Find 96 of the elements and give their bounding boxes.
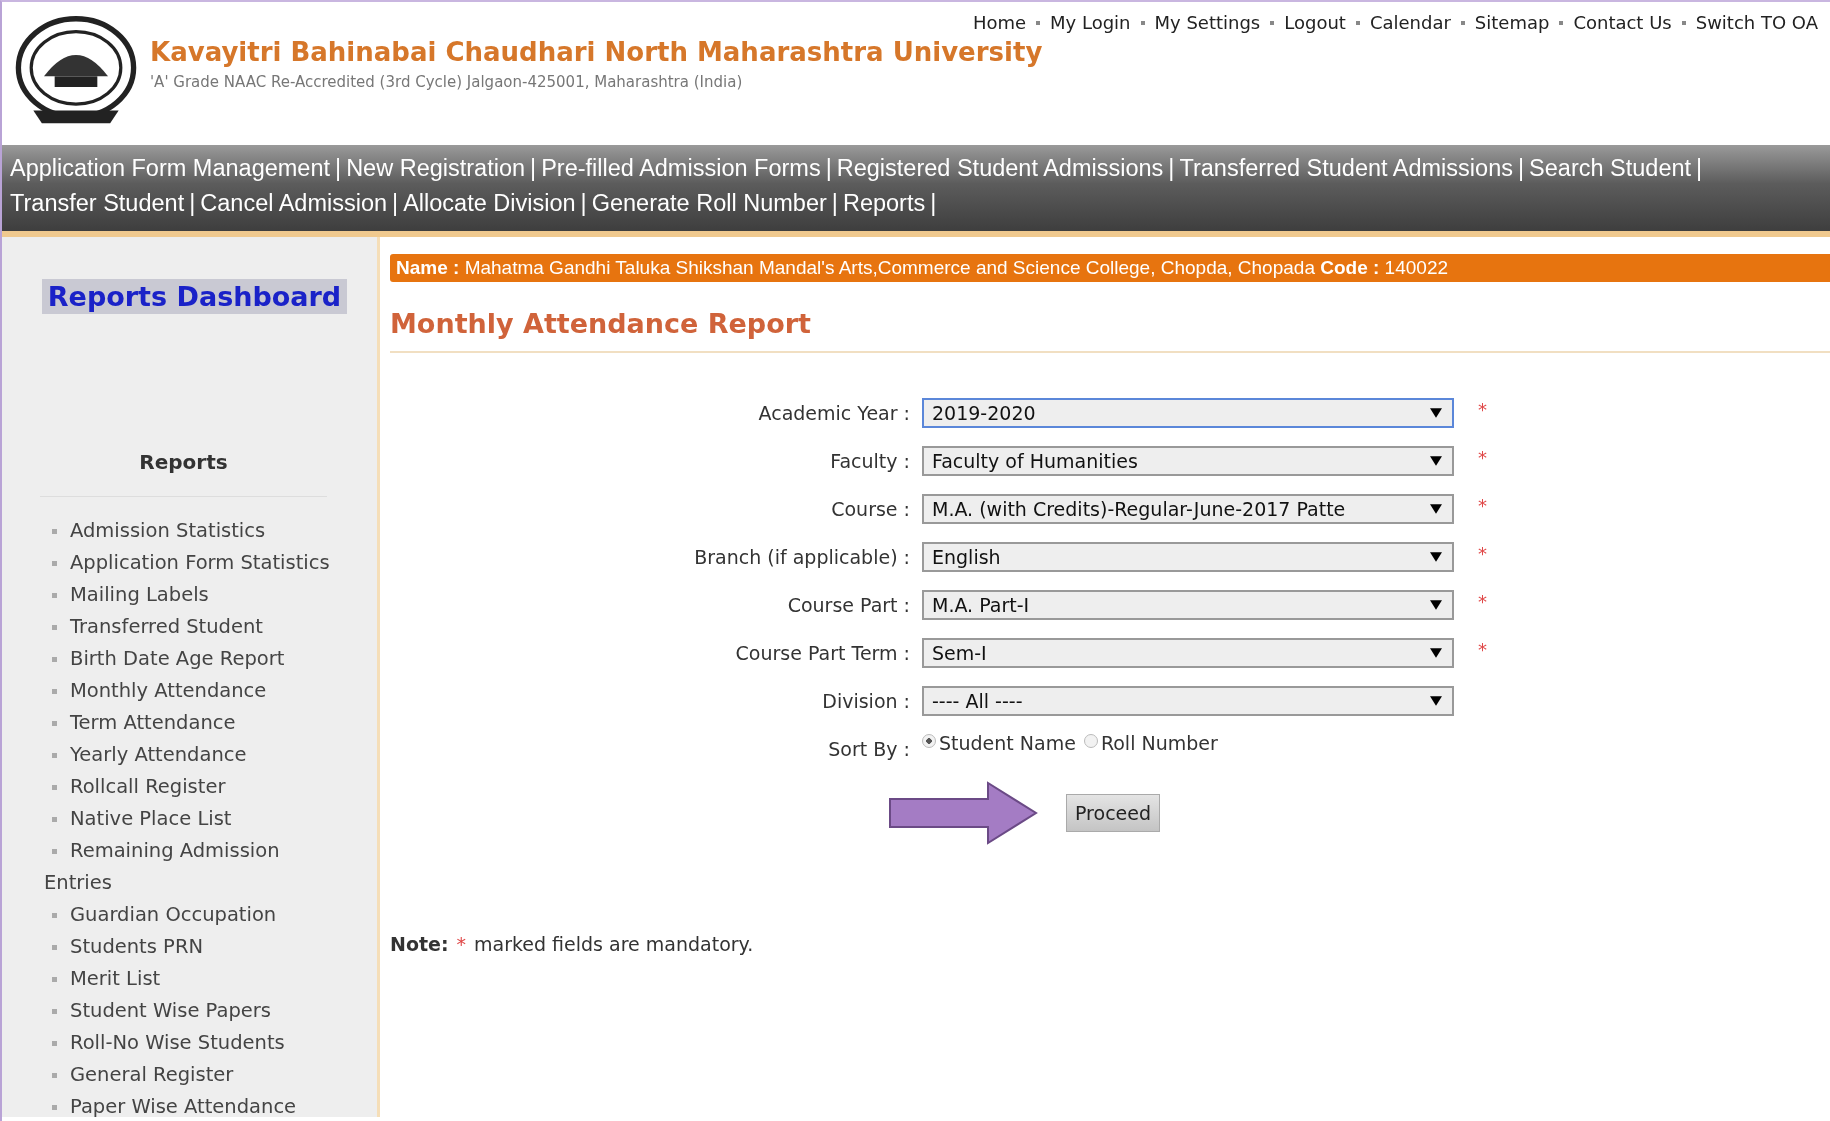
sidebar-link[interactable]: Mailing Labels <box>44 579 337 611</box>
required-mark: * <box>1478 446 1487 468</box>
select-field[interactable]: Sem-I <box>922 638 1454 668</box>
field-label: Course Part : <box>786 594 911 616</box>
university-title: Kavayitri Bahinabai Chaudhari North Maharashtra University <box>150 37 1044 67</box>
required-mark: * <box>1478 398 1487 420</box>
sidebar-link[interactable]: Transferred Student <box>44 611 337 643</box>
top-link[interactable]: My Login <box>1050 12 1131 33</box>
nav-separator: | <box>831 190 838 217</box>
field-label: Sort By : <box>827 738 911 760</box>
required-mark: * <box>1478 542 1487 564</box>
sidebar-link[interactable]: Merit List <box>44 963 337 995</box>
sidebar-link[interactable]: Remaining Admission Entries <box>44 835 337 899</box>
nav-separator: | <box>930 190 937 217</box>
nav-link[interactable]: Transferred Student Admissions <box>1179 155 1513 182</box>
sidebar-heading: Reports <box>40 450 327 497</box>
sidebar-link[interactable]: Rollcall Register <box>44 771 337 803</box>
sidebar-link[interactable]: Monthly Attendance <box>44 675 337 707</box>
nav-separator: | <box>825 155 832 182</box>
field-label: Branch (if applicable) : <box>693 546 911 568</box>
radio-option[interactable]: Student Name <box>922 732 1076 754</box>
nav-separator: | <box>1517 155 1525 182</box>
note-label: Note: <box>390 933 449 955</box>
bullet-icon <box>1140 20 1145 25</box>
required-mark: * <box>1478 638 1487 660</box>
caret-icon[interactable] <box>1430 552 1442 562</box>
arrow-icon <box>888 781 1038 845</box>
nav-separator: | <box>580 190 587 217</box>
top-link[interactable]: Switch TO OA <box>1695 12 1818 33</box>
sidebar-link[interactable]: Roll-No Wise Students <box>44 1027 337 1059</box>
caret-icon[interactable] <box>1430 456 1442 466</box>
nav-separator: | <box>1168 155 1175 182</box>
bullet-icon <box>1036 20 1041 25</box>
top-link[interactable]: Home <box>972 12 1027 33</box>
sidebar-link[interactable]: Native Place List <box>44 803 337 835</box>
bullet-icon <box>1460 20 1465 25</box>
caret-icon[interactable] <box>1430 648 1442 658</box>
caret-icon[interactable] <box>1430 696 1442 706</box>
nav-link[interactable]: Search Student <box>1529 155 1692 182</box>
dashboard-link[interactable]: Reports Dashboard <box>41 279 348 314</box>
nav-separator: | <box>530 155 537 182</box>
nav-separator: | <box>189 190 196 217</box>
caret-icon[interactable] <box>1430 408 1442 418</box>
bullet-icon <box>1270 20 1275 25</box>
field-label: Course : <box>830 498 911 520</box>
field-label: Academic Year : <box>757 402 911 424</box>
top-link[interactable]: Calendar <box>1369 12 1451 33</box>
nav-link[interactable]: Pre-filled Admission Forms <box>541 155 821 182</box>
field-label: Faculty : <box>829 450 911 472</box>
top-link[interactable]: Contact Us <box>1573 12 1672 33</box>
proceed-button[interactable]: Proceed <box>1066 794 1161 832</box>
top-link[interactable]: My Settings <box>1154 12 1261 33</box>
field-label: Course Part Term : <box>734 642 911 664</box>
nav-link[interactable]: Registered Student Admissions <box>836 155 1164 182</box>
sidebar-link[interactable]: Term Attendance <box>44 707 337 739</box>
sidebar-link[interactable]: Admission Statistics <box>44 515 337 547</box>
sidebar-link[interactable]: Yearly Attendance <box>44 739 337 771</box>
bullet-icon <box>1681 20 1686 25</box>
required-mark: * <box>1478 494 1487 516</box>
required-mark: * <box>1478 590 1487 612</box>
caret-icon[interactable] <box>1430 600 1442 610</box>
select-field[interactable]: M.A. (with Credits)-Regular-June-2017 Patte <box>922 494 1454 524</box>
sidebar-link[interactable]: Paper Wise Attendance <box>44 1091 337 1121</box>
caret-icon[interactable] <box>1430 504 1442 514</box>
select-field[interactable]: Faculty of Humanities <box>922 446 1454 476</box>
note-text: marked fields are mandatory. <box>474 933 754 955</box>
bullet-icon <box>1355 20 1360 25</box>
nav-link[interactable]: Reports <box>842 190 926 217</box>
college-bar: Name : Mahatma Gandhi Taluka Shikshan Mandal's Arts,Commerce and Science College, Chopda, Chopada Code : 140022 <box>390 254 1830 282</box>
required-mark: * <box>456 933 467 955</box>
top-link[interactable]: Sitemap <box>1474 12 1550 33</box>
university-subtitle: 'A' Grade NAAC Re-Accredited (3rd Cycle) Jalgaon-425001, Maharashtra (India) <box>150 73 744 91</box>
top-link[interactable]: Logout <box>1284 12 1346 33</box>
bullet-icon <box>1559 20 1564 25</box>
select-field[interactable]: English <box>922 542 1454 572</box>
nav-link[interactable]: Application Form Management <box>10 155 330 182</box>
nav-separator: | <box>392 190 399 217</box>
nav-link[interactable]: New Registration <box>346 155 526 182</box>
select-field[interactable]: M.A. Part-I <box>922 590 1454 620</box>
nav-separator: | <box>1696 155 1703 182</box>
nav-separator: | <box>335 155 342 182</box>
select-field[interactable]: ---- All ---- <box>922 686 1454 716</box>
sidebar-link[interactable]: Guardian Occupation <box>44 899 337 931</box>
sidebar-link[interactable]: Students PRN <box>44 931 337 963</box>
radio-option[interactable]: Roll Number <box>1083 732 1218 754</box>
select-field[interactable]: 2019-2020 <box>922 398 1454 428</box>
nav-link[interactable]: Cancel Admission <box>200 190 388 217</box>
nav-link[interactable]: Generate Roll Number <box>591 190 827 217</box>
nav-link[interactable]: Allocate Division <box>403 190 576 217</box>
sidebar-link[interactable]: Student Wise Papers <box>44 995 337 1027</box>
sidebar-link[interactable]: Application Form Statistics <box>44 547 337 579</box>
sidebar-link[interactable]: Birth Date Age Report <box>44 643 337 675</box>
nav-link[interactable]: Transfer Student <box>10 190 185 217</box>
field-label: Division : <box>821 690 911 712</box>
page-title: Monthly Attendance Report <box>390 308 1830 353</box>
sidebar-link[interactable]: General Register <box>44 1059 337 1091</box>
